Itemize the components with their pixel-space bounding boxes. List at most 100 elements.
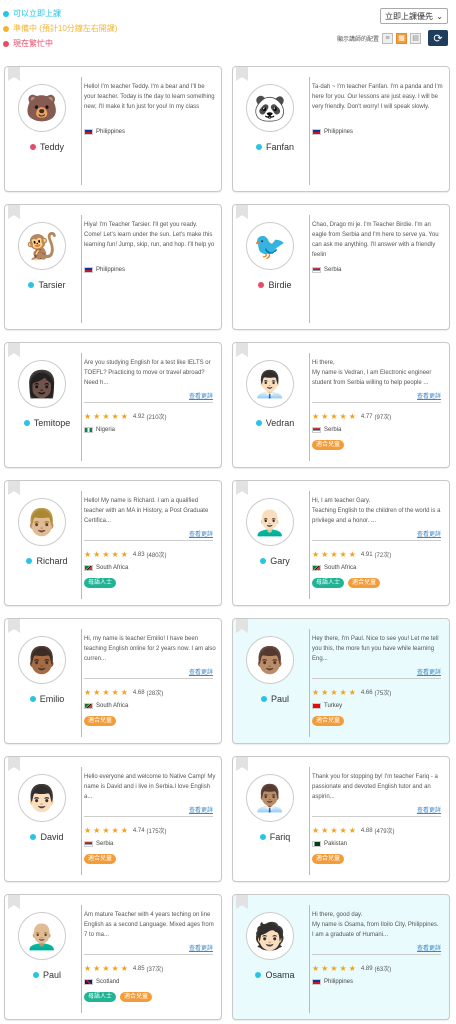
avatar[interactable]: 👨🏼‍🦲 bbox=[18, 912, 66, 960]
avatar[interactable]: 🐒 bbox=[18, 222, 66, 270]
teacher-name[interactable]: Paul bbox=[271, 694, 289, 704]
bookmark-icon[interactable] bbox=[8, 343, 20, 357]
country-name: Nigeria bbox=[96, 427, 116, 433]
star-icon: ★ bbox=[120, 687, 128, 697]
avatar[interactable]: 👨🏾 bbox=[18, 636, 66, 684]
star-icon: ★ bbox=[339, 411, 347, 421]
grid-view-icon[interactable]: ▦ bbox=[396, 32, 407, 44]
bookmark-icon[interactable] bbox=[8, 895, 20, 909]
teacher-name[interactable]: Teddy bbox=[40, 142, 64, 152]
refresh-button[interactable]: ⟳ bbox=[428, 30, 448, 46]
status-dot-icon bbox=[29, 144, 36, 150]
teacher-card[interactable]: 🐦 Birdie Chao, Drago mi je. I'm Teacher Bi… bbox=[232, 204, 450, 330]
avatar[interactable]: 🐼 bbox=[246, 84, 294, 132]
avatar[interactable]: 👨🏽 bbox=[246, 636, 294, 684]
teacher-card[interactable]: 👨🏻‍🦲 Gary Hi, I am teacher Gary. Teaching … bbox=[232, 480, 450, 606]
teacher-name[interactable]: Osama bbox=[265, 970, 294, 980]
teacher-name[interactable]: Fanfan bbox=[266, 142, 294, 152]
bookmark-icon[interactable] bbox=[236, 343, 248, 357]
avatar[interactable]: 👩🏿 bbox=[18, 360, 66, 408]
teacher-card[interactable]: 👨🏻‍💼 Vedran Hi there, My name is Vedran, I… bbox=[232, 342, 450, 468]
teacher-card[interactable]: 👨🏼 Richard Hello! My name is Richard. I am… bbox=[4, 480, 222, 606]
divider bbox=[84, 678, 213, 679]
teacher-bio: Hiya! I'm Teacher Tarsier. I'll get you … bbox=[84, 222, 215, 248]
view-profile-link[interactable]: 查看更詳 bbox=[417, 805, 441, 814]
teacher-name[interactable]: Fariq bbox=[270, 832, 291, 842]
bookmark-icon[interactable] bbox=[236, 757, 248, 771]
bookmark-icon[interactable] bbox=[8, 67, 20, 81]
bookmark-icon[interactable] bbox=[236, 67, 248, 81]
teacher-name[interactable]: Birdie bbox=[268, 280, 291, 290]
bookmark-icon[interactable] bbox=[8, 619, 20, 633]
view-profile-link[interactable]: 查看更詳 bbox=[417, 667, 441, 676]
view-profile-link[interactable]: 查看更詳 bbox=[189, 667, 213, 676]
avatar[interactable]: 👨🏻 bbox=[18, 774, 66, 822]
legend-item: 現在繁忙中 bbox=[3, 36, 117, 51]
view-profile-link[interactable]: 查看更詳 bbox=[189, 805, 213, 814]
view-profile-link[interactable]: 查看更詳 bbox=[189, 943, 213, 952]
teacher-card[interactable]: 👨🏾 Emilio Hi, my name is teacher Emilio! I… bbox=[4, 618, 222, 744]
view-profile-link[interactable]: 查看更詳 bbox=[189, 391, 213, 400]
bookmark-icon[interactable] bbox=[236, 619, 248, 633]
avatar[interactable]: 👨🏽‍💼 bbox=[246, 774, 294, 822]
teacher-card[interactable]: 👨🏽‍💼 Fariq Thank you for stopping by! I'm … bbox=[232, 756, 450, 882]
view-profile-link[interactable]: 查看更詳 bbox=[417, 529, 441, 538]
teacher-name[interactable]: David bbox=[40, 832, 63, 842]
teacher-name[interactable]: Emilio bbox=[40, 694, 65, 704]
teacher-name-row: Paul bbox=[13, 970, 81, 980]
rating: ★ ★ ★ ★ ★ 4.92 (210次) bbox=[84, 412, 167, 421]
star-icon: ★ bbox=[120, 411, 128, 421]
bookmark-icon[interactable] bbox=[236, 205, 248, 219]
teacher-bio: Hi, I am teacher Gary. Teaching English … bbox=[312, 498, 441, 524]
teacher-name-row: Fariq bbox=[241, 832, 309, 842]
star-icon: ★ bbox=[120, 825, 128, 835]
star-icon: ★ bbox=[312, 549, 320, 559]
view-profile-link[interactable]: 查看更詳 bbox=[189, 529, 213, 538]
view-profile-link[interactable]: 查看更詳 bbox=[417, 391, 441, 400]
tile-view-icon[interactable]: ▤ bbox=[410, 32, 421, 44]
teacher-bio: Hi, my name is teacher Emilio! I have be… bbox=[84, 636, 216, 662]
flag-icon bbox=[84, 267, 93, 273]
avatar[interactable]: 👨🏻‍🦲 bbox=[246, 498, 294, 546]
teacher-name[interactable]: Richard bbox=[36, 556, 67, 566]
teacher-card[interactable]: 🐼 Fanfan Ta-dah ~ I'm teacher Fanfan. I'm … bbox=[232, 66, 450, 192]
list-view-icon[interactable]: ≡ bbox=[382, 32, 393, 44]
star-icon: ★ bbox=[120, 549, 128, 559]
bookmark-icon[interactable] bbox=[236, 481, 248, 495]
teacher-name[interactable]: Temitope bbox=[34, 418, 71, 428]
teacher-bio: Hello! I'm teacher Teddy. I'm a bear and… bbox=[84, 84, 215, 110]
teacher-name[interactable]: Paul bbox=[43, 970, 61, 980]
star-icon: ★ bbox=[93, 411, 101, 421]
teacher-card[interactable]: 👨🏻 David Hello everyone and welcome to Nat… bbox=[4, 756, 222, 882]
avatar[interactable]: 👨🏼 bbox=[18, 498, 66, 546]
divider bbox=[309, 767, 310, 875]
avatar[interactable]: 🧑🏻 bbox=[246, 912, 294, 960]
teacher-card[interactable]: 🐒 Tarsier Hiya! I'm Teacher Tarsier. I'll … bbox=[4, 204, 222, 330]
avatar[interactable]: 👨🏻‍💼 bbox=[246, 360, 294, 408]
layout-label: 顯示講師的配置 bbox=[336, 36, 379, 43]
teacher-card[interactable]: 👩🏿 Temitope Are you studying English for a… bbox=[4, 342, 222, 468]
teacher-bio: Hi there, good day. My name is Osama, fr… bbox=[312, 912, 439, 938]
star-icon: ★ bbox=[321, 963, 329, 973]
teacher-card[interactable]: 🧑🏻 Osama Hi there, good day. My name is Os… bbox=[232, 894, 450, 1020]
status-dot-icon bbox=[3, 40, 9, 47]
teacher-bio: Chao, Drago mi je. I'm Teacher Birdie. I… bbox=[312, 222, 439, 258]
view-profile-link[interactable]: 查看更詳 bbox=[417, 943, 441, 952]
avatar[interactable]: 🐻 bbox=[18, 84, 66, 132]
sort-select[interactable]: 立即上課優先 ⌄ bbox=[380, 8, 448, 24]
bookmark-icon[interactable] bbox=[236, 895, 248, 909]
bookmark-icon[interactable] bbox=[8, 205, 20, 219]
teacher-card[interactable]: 👨🏼‍🦲 Paul Am mature Teacher with 4 years t… bbox=[4, 894, 222, 1020]
avatar[interactable]: 🐦 bbox=[246, 222, 294, 270]
bookmark-icon[interactable] bbox=[8, 481, 20, 495]
legend-label: 準備中 (預計10分鐘左右開課) bbox=[13, 24, 118, 33]
country-name: Serbia bbox=[96, 841, 114, 847]
teacher-name[interactable]: Gary bbox=[270, 556, 290, 566]
bookmark-icon[interactable] bbox=[8, 757, 20, 771]
teacher-name[interactable]: Tarsier bbox=[38, 280, 65, 290]
star-icon: ★ bbox=[339, 963, 347, 973]
country-name: Philippines bbox=[96, 267, 126, 273]
teacher-card[interactable]: 👨🏽 Paul Hey there, I'm Paul. Nice to see y… bbox=[232, 618, 450, 744]
teacher-name[interactable]: Vedran bbox=[266, 418, 295, 428]
teacher-card[interactable]: 🐻 Teddy Hello! I'm teacher Teddy. I'm a be… bbox=[4, 66, 222, 192]
